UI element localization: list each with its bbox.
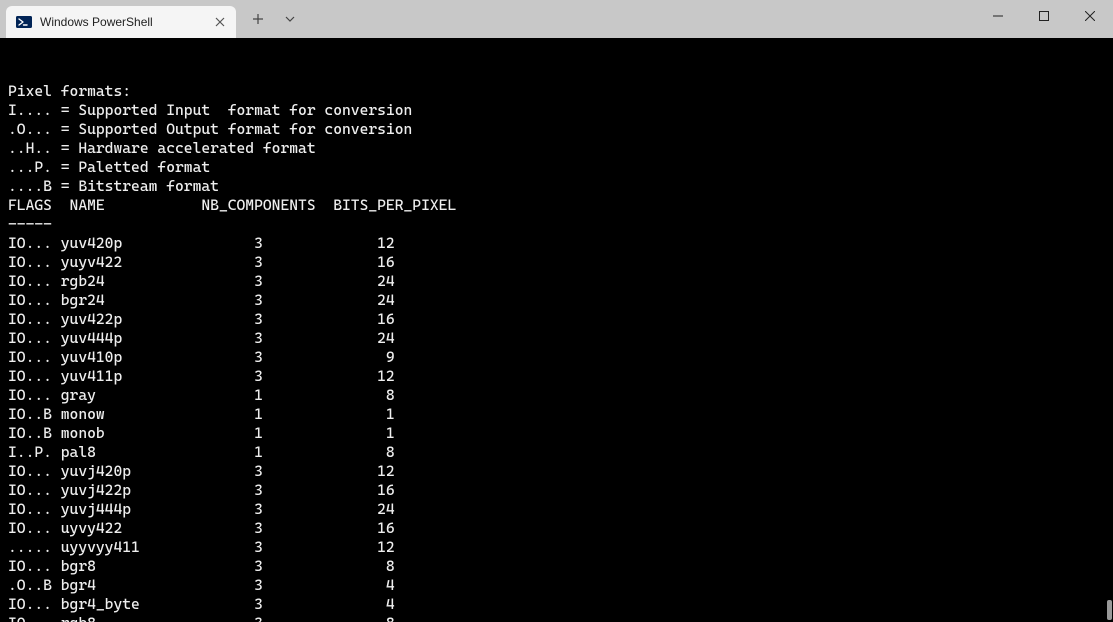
terminal-line: IO... yuv420p 3 12	[8, 234, 1105, 253]
tab-dropdown-button[interactable]	[276, 5, 304, 33]
tab-title: Windows PowerShell	[40, 15, 153, 29]
terminal-line: Pixel formats:	[8, 82, 1105, 101]
terminal-line: .O... = Supported Output format for conv…	[8, 120, 1105, 139]
terminal-line: ..... uyyvyy411 3 12	[8, 538, 1105, 557]
window-controls	[975, 0, 1113, 32]
terminal-line: IO..B monob 1 1	[8, 424, 1105, 443]
powershell-icon	[16, 14, 32, 30]
maximize-button[interactable]	[1021, 0, 1067, 32]
tabs-strip: Windows PowerShell	[0, 0, 236, 38]
terminal-line: IO... yuv411p 3 12	[8, 367, 1105, 386]
terminal-line: .O..B bgr4 3 4	[8, 576, 1105, 595]
scrollbar-thumb[interactable]	[1107, 600, 1112, 620]
terminal-line: IO... bgr8 3 8	[8, 557, 1105, 576]
terminal-line: -----	[8, 215, 1105, 234]
terminal-line: ...P. = Paletted format	[8, 158, 1105, 177]
terminal-line: IO... rgb8 3 8	[8, 614, 1105, 622]
terminal-line: I.... = Supported Input format for conve…	[8, 101, 1105, 120]
terminal-line: IO... yuvj444p 3 24	[8, 500, 1105, 519]
tab-close-button[interactable]	[212, 14, 228, 30]
tab-active[interactable]: Windows PowerShell	[6, 6, 236, 38]
terminal-line: IO... yuv410p 3 9	[8, 348, 1105, 367]
terminal-line: IO... uyvy422 3 16	[8, 519, 1105, 538]
terminal-line: ..H.. = Hardware accelerated format	[8, 139, 1105, 158]
terminal-line: FLAGS NAME NB_COMPONENTS BITS_PER_PIXEL	[8, 196, 1105, 215]
terminal-line: IO... gray 1 8	[8, 386, 1105, 405]
new-tab-button[interactable]	[244, 5, 272, 33]
terminal-output[interactable]: Pixel formats:I.... = Supported Input fo…	[0, 38, 1113, 622]
terminal-line: IO... bgr24 3 24	[8, 291, 1105, 310]
terminal-line: IO... bgr4_byte 3 4	[8, 595, 1105, 614]
titlebar: Windows PowerShell	[0, 0, 1113, 38]
terminal-line: IO... yuvj422p 3 16	[8, 481, 1105, 500]
terminal-line: IO... rgb24 3 24	[8, 272, 1105, 291]
minimize-button[interactable]	[975, 0, 1021, 32]
close-button[interactable]	[1067, 0, 1113, 32]
terminal-line: IO... yuv422p 3 16	[8, 310, 1105, 329]
terminal-line: IO... yuvj420p 3 12	[8, 462, 1105, 481]
terminal-line: IO..B monow 1 1	[8, 405, 1105, 424]
terminal-line: I..P. pal8 1 8	[8, 443, 1105, 462]
tabbar-actions	[244, 0, 304, 38]
terminal-line: IO... yuyv422 3 16	[8, 253, 1105, 272]
terminal-line: ....B = Bitstream format	[8, 177, 1105, 196]
terminal-line: IO... yuv444p 3 24	[8, 329, 1105, 348]
